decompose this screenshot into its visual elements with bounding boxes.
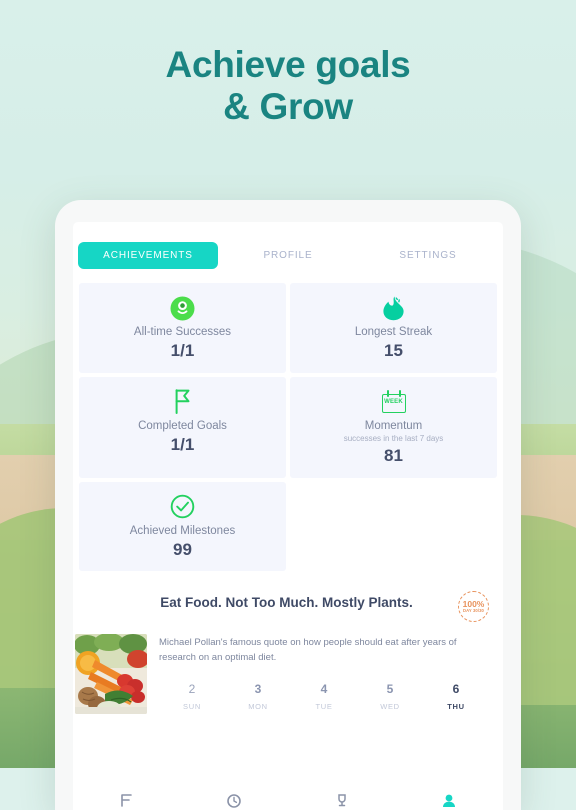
day-cell-thu[interactable]: 6 THU — [423, 682, 489, 712]
tab-achievements[interactable]: ACHIEVEMENTS — [78, 242, 218, 269]
completion-badge: 100% DAY 30/30 — [458, 591, 489, 623]
stat-label: Longest Streak — [354, 326, 433, 338]
stat-value: 1/1 — [170, 435, 195, 454]
day-name: WED — [380, 702, 400, 712]
headline-line-1: Achieve goals — [165, 44, 411, 85]
day-cell-mon[interactable]: 3 MON — [225, 682, 291, 712]
stats-row-1: All-time Successes 1/1 Longest Streak 15 — [79, 283, 497, 373]
tab-bar: ACHIEVEMENTS PROFILE SETTINGS — [73, 222, 503, 269]
stat-card-all-time-successes[interactable]: All-time Successes 1/1 — [79, 283, 286, 373]
quote-description: Michael Pollan's famous quote on how peo… — [159, 637, 457, 663]
day-strip: 2 SUN 3 MON 4 TUE 5 WED 6 THU — [159, 682, 489, 712]
day-number: 3 — [254, 681, 262, 696]
headline-line-2: & Grow — [223, 85, 353, 127]
quote-header: Eat Food. Not Too Much. Mostly Plants. 1… — [87, 591, 489, 623]
stat-label: Achieved Milestones — [129, 524, 236, 537]
day-number: 5 — [386, 681, 394, 696]
list-icon — [120, 794, 132, 807]
day-name: SUN — [183, 702, 201, 712]
nav-item-list[interactable] — [73, 792, 181, 808]
nav-item-trophy[interactable] — [288, 792, 396, 808]
quote-title: Eat Food. Not Too Much. Mostly Plants. — [160, 595, 413, 611]
stat-card-longest-streak[interactable]: Longest Streak 15 — [290, 283, 497, 373]
stat-value: 15 — [384, 341, 403, 361]
badge-percent: 100% — [462, 598, 485, 609]
day-number: 6 — [452, 681, 460, 696]
stat-card-completed-goals[interactable]: Completed Goals 1/1 — [79, 376, 286, 478]
stats-row-2: Completed Goals 1/1 WEEK Momentum succes… — [79, 376, 497, 478]
page-headline: Achieve goals & Grow — [0, 44, 576, 128]
day-cell-sun[interactable]: 2 SUN — [159, 682, 225, 712]
quote-section: Eat Food. Not Too Much. Mostly Plants. 1… — [73, 575, 503, 715]
day-cell-tue[interactable]: 4 TUE — [291, 682, 357, 712]
trophy-icon — [338, 794, 346, 807]
nav-item-clock[interactable] — [181, 792, 289, 808]
day-number: 2 — [188, 681, 196, 696]
day-name: MON — [248, 702, 268, 712]
profile-icon — [443, 794, 456, 807]
stat-card-momentum[interactable]: WEEK Momentum successes in the last 7 da… — [290, 376, 497, 478]
calendar-week-label: WEEK — [384, 399, 403, 406]
day-name: THU — [447, 702, 465, 712]
stat-card-achieved-milestones[interactable]: Achieved Milestones 99 — [79, 481, 286, 572]
stat-card-placeholder — [290, 482, 497, 572]
badge-day-count: DAY 30/30 — [463, 608, 484, 614]
quote-body: Michael Pollan's famous quote on how peo… — [75, 634, 489, 715]
quote-text-column: Michael Pollan's famous quote on how peo… — [159, 634, 489, 714]
tablet-device-frame: ACHIEVEMENTS PROFILE SETTINGS All-time S… — [55, 200, 521, 810]
stats-row-3: Achieved Milestones 99 — [79, 481, 497, 572]
tab-settings[interactable]: SETTINGS — [358, 242, 498, 269]
tab-profile[interactable]: PROFILE — [218, 242, 358, 269]
check-circle-icon — [85, 494, 280, 520]
flag-icon — [85, 389, 280, 415]
day-cell-wed[interactable]: 5 WED — [357, 682, 423, 712]
quote-thumbnail[interactable] — [75, 634, 147, 715]
stat-label: Completed Goals — [138, 419, 227, 432]
flame-icon — [296, 295, 491, 321]
stat-value: 99 — [173, 540, 192, 560]
tablet-screen: ACHIEVEMENTS PROFILE SETTINGS All-time S… — [73, 222, 503, 810]
calendar-week-icon: WEEK — [296, 389, 491, 415]
bottom-navigation — [73, 790, 503, 810]
stat-label: Momentum — [364, 419, 423, 432]
monster-face-icon — [85, 295, 280, 321]
nav-item-profile[interactable] — [396, 792, 504, 808]
stat-value: 1/1 — [170, 341, 195, 361]
stats-grid: All-time Successes 1/1 Longest Streak 15 — [73, 269, 503, 572]
clock-icon — [227, 794, 242, 808]
stat-label: All-time Successes — [133, 326, 232, 338]
day-name: TUE — [315, 702, 333, 712]
stat-sublabel: successes in the last 7 days — [343, 434, 444, 443]
day-number: 4 — [320, 681, 328, 696]
stat-value: 81 — [384, 446, 403, 466]
